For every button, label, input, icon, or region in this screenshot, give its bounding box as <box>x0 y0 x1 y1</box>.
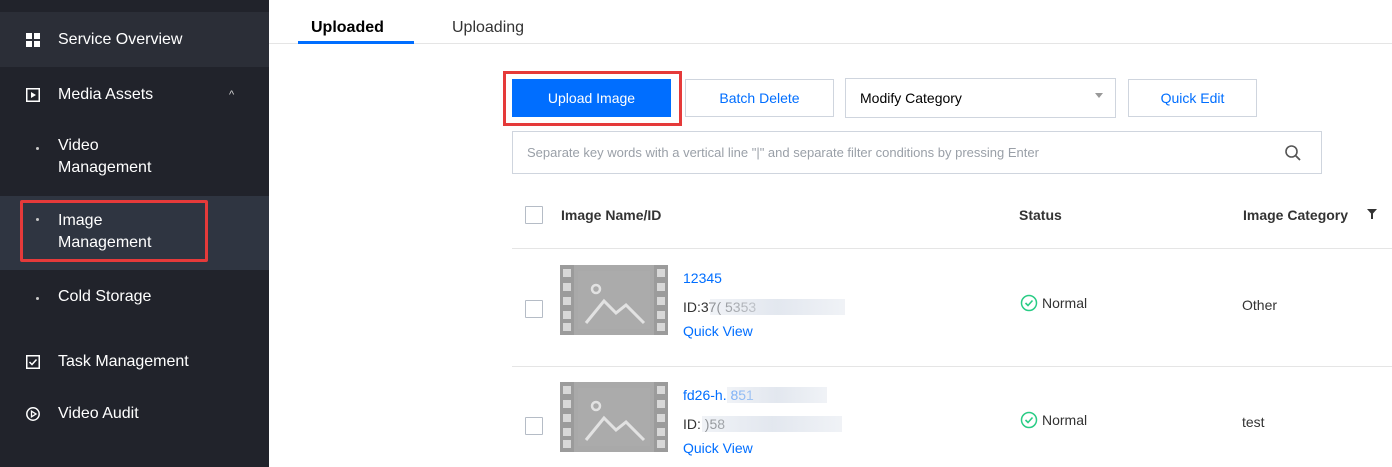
column-header-category: Image Category <box>1243 207 1349 223</box>
image-thumbnail[interactable] <box>560 265 668 335</box>
tab-uploading[interactable]: Uploading <box>452 19 524 37</box>
tab-uploaded[interactable]: Uploaded <box>311 19 384 37</box>
sidebar-item-label: Media Assets <box>58 85 154 103</box>
search-box <box>512 131 1322 174</box>
image-thumbnail[interactable] <box>560 382 668 452</box>
redaction-blur <box>710 299 845 315</box>
app-root: Service Overview Media Assets ^ Video Ma… <box>0 0 1392 467</box>
category-value: Other <box>1242 297 1278 313</box>
status-cell: Normal <box>1020 294 1087 312</box>
quick-edit-button[interactable]: Quick Edit <box>1128 79 1257 117</box>
filter-icon[interactable] <box>1367 209 1377 219</box>
select-value: Modify Category <box>860 90 962 106</box>
tab-bar: Uploaded Uploading <box>269 0 1392 44</box>
column-header-status: Status <box>1019 207 1062 223</box>
label-line: Video <box>58 137 99 154</box>
bullet-icon <box>36 297 39 300</box>
redaction-blur <box>702 416 842 432</box>
batch-delete-button[interactable]: Batch Delete <box>685 79 834 117</box>
sidebar-subitem-label: Cold Storage <box>58 288 152 305</box>
media-icon <box>26 87 40 102</box>
table-row: 12345 ID:37( 5353 Quick View Normal Othe… <box>512 250 1392 367</box>
sidebar-item-media-assets[interactable]: Media Assets ^ <box>0 67 269 122</box>
bullet-icon <box>36 147 39 150</box>
grid-icon <box>26 32 40 47</box>
sidebar-subitem-video-management[interactable]: Video Management <box>0 125 269 195</box>
sidebar-subitem-label: Video Management <box>58 135 151 179</box>
row-checkbox[interactable] <box>525 300 543 318</box>
sidebar-item-label: Task Management <box>58 353 189 370</box>
sidebar-item-service-overview[interactable]: Service Overview <box>0 12 269 67</box>
sidebar-item-label: Service Overview <box>58 30 183 48</box>
check-circle-icon <box>1020 294 1038 312</box>
caret-down-icon <box>1095 93 1103 98</box>
sidebar: Service Overview Media Assets ^ Video Ma… <box>0 0 269 467</box>
status-cell: Normal <box>1020 411 1087 429</box>
chevron-up-icon[interactable]: ^ <box>229 89 234 101</box>
sidebar-item-task-management[interactable]: Task Management <box>0 335 269 389</box>
search-input[interactable] <box>513 132 1273 173</box>
audit-icon <box>26 407 40 421</box>
upload-image-button[interactable]: Upload Image <box>512 79 671 117</box>
status-text: Normal <box>1042 295 1088 311</box>
active-tab-indicator <box>298 41 414 44</box>
column-header-name: Image Name/ID <box>561 207 662 223</box>
image-name-link[interactable]: 12345 <box>683 270 722 286</box>
task-icon <box>26 355 40 369</box>
quick-view-link[interactable]: Quick View <box>683 440 753 456</box>
quick-view-link[interactable]: Quick View <box>683 323 753 339</box>
label-line: Management <box>58 159 152 176</box>
category-value: test <box>1242 414 1265 430</box>
status-text: Normal <box>1042 412 1088 428</box>
table-row: fd26-h. 851 ID: )58 Quick View Normal te… <box>512 367 1392 467</box>
sidebar-item-video-audit[interactable]: Video Audit <box>0 389 269 439</box>
sidebar-item-label: Video Audit <box>58 405 139 422</box>
highlight-box <box>20 200 208 262</box>
redaction-blur <box>727 387 827 403</box>
sidebar-subitem-cold-storage[interactable]: Cold Storage <box>0 270 269 330</box>
modify-category-select[interactable]: Modify Category <box>845 78 1116 118</box>
image-table: Image Name/ID Status Image Category 1234… <box>512 187 1392 467</box>
check-circle-icon <box>1020 411 1038 429</box>
row-checkbox[interactable] <box>525 417 543 435</box>
search-icon[interactable] <box>1283 143 1303 163</box>
select-all-checkbox[interactable] <box>525 206 543 224</box>
table-header: Image Name/ID Status Image Category <box>512 187 1392 249</box>
